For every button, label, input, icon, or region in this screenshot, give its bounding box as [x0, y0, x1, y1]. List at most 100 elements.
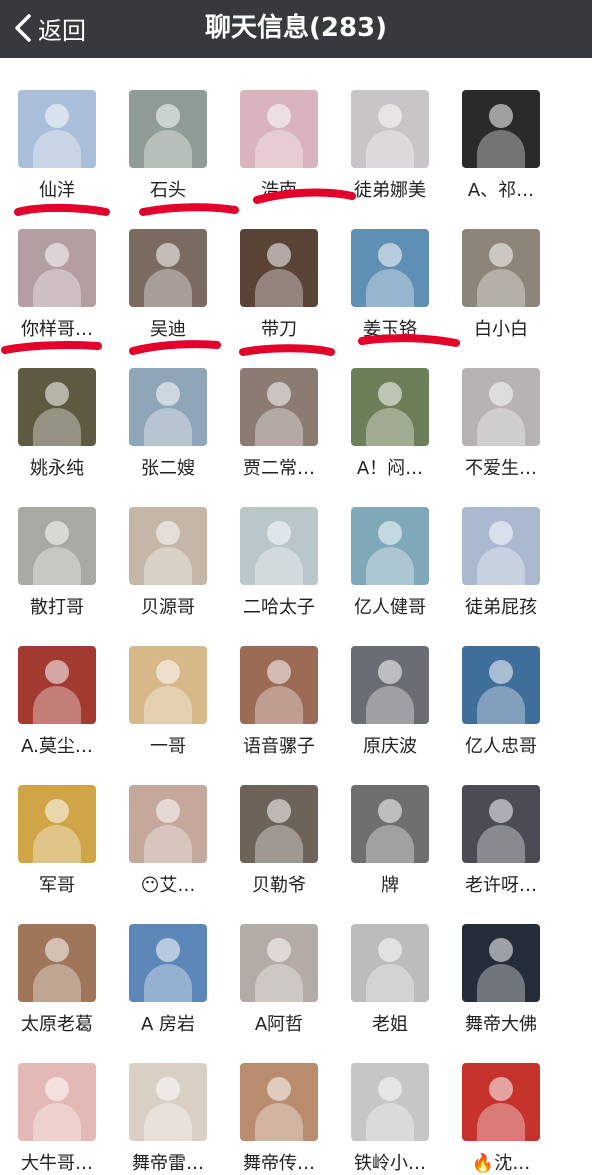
- avatar[interactable]: [129, 646, 207, 724]
- member-item[interactable]: A.莫尘…: [1, 614, 113, 757]
- avatar[interactable]: [18, 1063, 96, 1141]
- member-item[interactable]: 军哥: [1, 753, 113, 896]
- avatar-head-shape: [267, 521, 291, 545]
- avatar-head-shape: [267, 938, 291, 962]
- member-item[interactable]: 散打哥: [1, 475, 113, 618]
- member-item[interactable]: 亿人忠哥: [445, 614, 557, 757]
- avatar[interactable]: [351, 924, 429, 1002]
- member-item[interactable]: 贾二常…: [223, 336, 335, 479]
- avatar[interactable]: [462, 368, 540, 446]
- avatar-body-shape: [477, 964, 525, 1002]
- avatar-body-shape: [144, 825, 192, 863]
- avatar[interactable]: [129, 785, 207, 863]
- avatar[interactable]: [462, 1063, 540, 1141]
- member-item[interactable]: 太原老葛: [1, 892, 113, 1035]
- avatar[interactable]: [240, 646, 318, 724]
- member-item[interactable]: 徒弟屁孩: [445, 475, 557, 618]
- avatar-body-shape: [33, 686, 81, 724]
- member-item[interactable]: 老许呀…: [445, 753, 557, 896]
- avatar-head-shape: [378, 382, 402, 406]
- member-item[interactable]: 你样哥…: [1, 197, 113, 340]
- member-item[interactable]: 原庆波: [334, 614, 446, 757]
- member-item[interactable]: 牌: [334, 753, 446, 896]
- member-item[interactable]: 张二嫂: [112, 336, 224, 479]
- avatar[interactable]: [462, 924, 540, 1002]
- member-item[interactable]: 仙洋: [1, 58, 113, 201]
- member-item[interactable]: 老姐: [334, 892, 446, 1035]
- avatar-body-shape: [144, 547, 192, 585]
- avatar[interactable]: [129, 924, 207, 1002]
- avatar[interactable]: [18, 368, 96, 446]
- avatar-head-shape: [267, 243, 291, 267]
- avatar[interactable]: [462, 785, 540, 863]
- member-item[interactable]: 姜玉铬: [334, 197, 446, 340]
- member-item[interactable]: 舞帝雷…: [112, 1031, 224, 1174]
- avatar[interactable]: [129, 229, 207, 307]
- member-item[interactable]: A、祁…: [445, 58, 557, 201]
- avatar[interactable]: [18, 924, 96, 1002]
- avatar[interactable]: [240, 924, 318, 1002]
- avatar[interactable]: [18, 229, 96, 307]
- avatar-head-shape: [378, 938, 402, 962]
- member-item[interactable]: A 房岩: [112, 892, 224, 1035]
- member-item[interactable]: 语音骡子: [223, 614, 335, 757]
- avatar[interactable]: [18, 646, 96, 724]
- avatar[interactable]: [351, 507, 429, 585]
- member-item[interactable]: 不爱生…: [445, 336, 557, 479]
- member-item[interactable]: 带刀: [223, 197, 335, 340]
- avatar[interactable]: [351, 1063, 429, 1141]
- avatar[interactable]: [129, 368, 207, 446]
- member-item[interactable]: 舞帝大佛: [445, 892, 557, 1035]
- member-item[interactable]: 白小白: [445, 197, 557, 340]
- avatar[interactable]: [18, 90, 96, 168]
- member-item[interactable]: 😶艾…: [112, 753, 224, 896]
- avatar[interactable]: [129, 90, 207, 168]
- avatar-body-shape: [144, 1103, 192, 1141]
- avatar[interactable]: [18, 785, 96, 863]
- avatar-body-shape: [33, 825, 81, 863]
- member-item[interactable]: 贝源哥: [112, 475, 224, 618]
- navigation-bar: 返回 聊天信息(283): [0, 0, 592, 58]
- member-item[interactable]: 铁岭小…: [334, 1031, 446, 1174]
- avatar-body-shape: [366, 130, 414, 168]
- member-item[interactable]: 贝勒爷: [223, 753, 335, 896]
- member-item[interactable]: 浩南: [223, 58, 335, 201]
- avatar[interactable]: [462, 229, 540, 307]
- avatar[interactable]: [351, 646, 429, 724]
- avatar[interactable]: [351, 229, 429, 307]
- avatar[interactable]: [351, 368, 429, 446]
- member-item[interactable]: 🔥沈…: [445, 1031, 557, 1174]
- avatar-body-shape: [33, 269, 81, 307]
- member-item[interactable]: 徒弟娜美: [334, 58, 446, 201]
- member-item[interactable]: 二哈太子: [223, 475, 335, 618]
- member-item[interactable]: 石头: [112, 58, 224, 201]
- avatar[interactable]: [240, 368, 318, 446]
- member-item[interactable]: A阿哲: [223, 892, 335, 1035]
- member-item[interactable]: 舞帝传…: [223, 1031, 335, 1174]
- avatar[interactable]: [129, 1063, 207, 1141]
- member-item[interactable]: 亿人健哥: [334, 475, 446, 618]
- avatar-head-shape: [156, 799, 180, 823]
- member-item[interactable]: 大牛哥…: [1, 1031, 113, 1174]
- avatar[interactable]: [129, 507, 207, 585]
- avatar[interactable]: [240, 1063, 318, 1141]
- member-item[interactable]: 吴迪: [112, 197, 224, 340]
- member-item[interactable]: A！闷…: [334, 336, 446, 479]
- avatar[interactable]: [18, 507, 96, 585]
- avatar-body-shape: [366, 1103, 414, 1141]
- member-item[interactable]: 一哥: [112, 614, 224, 757]
- avatar[interactable]: [351, 90, 429, 168]
- avatar[interactable]: [240, 507, 318, 585]
- avatar[interactable]: [462, 90, 540, 168]
- avatar-head-shape: [45, 104, 69, 128]
- avatar[interactable]: [462, 507, 540, 585]
- avatar-head-shape: [156, 104, 180, 128]
- avatar[interactable]: [240, 90, 318, 168]
- member-item[interactable]: 姚永纯: [1, 336, 113, 479]
- avatar[interactable]: [240, 785, 318, 863]
- avatar-body-shape: [366, 269, 414, 307]
- avatar[interactable]: [462, 646, 540, 724]
- member-name: 🔥沈…: [471, 1153, 531, 1174]
- avatar[interactable]: [240, 229, 318, 307]
- avatar[interactable]: [351, 785, 429, 863]
